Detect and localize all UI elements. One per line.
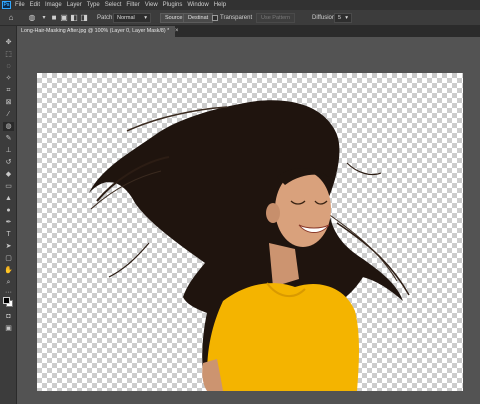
document-tab-title: Long-Hair-Masking After.jpg @ 100% (Laye… (21, 28, 166, 34)
menu-image[interactable]: Image (45, 2, 62, 8)
more-tools-icon[interactable]: ··· (3, 288, 14, 297)
menu-filter[interactable]: Filter (126, 2, 139, 8)
tools-panel: ✥ ⬚ ◌ ✧ ⌗ ⊠ ⁄ ◍ ✎ ⊥ ↺ ◆ ▭ ▲ ● ✒ T ➤ ▢ ✋ … (0, 26, 17, 404)
patch-mode-select[interactable]: Normal ▾ (113, 13, 151, 23)
path-selection-tool-icon[interactable]: ➤ (3, 242, 14, 251)
menu-select[interactable]: Select (105, 2, 122, 8)
move-tool-icon[interactable]: ✥ (3, 38, 14, 47)
brush-tool-icon[interactable]: ✎ (3, 134, 14, 143)
eyedropper-tool-icon[interactable]: ⁄ (3, 110, 14, 119)
menu-view[interactable]: View (145, 2, 158, 8)
frame-tool-icon[interactable]: ⊠ (3, 98, 14, 107)
foreground-color-swatch[interactable] (3, 297, 10, 304)
dodge-tool-icon[interactable]: ● (3, 206, 14, 215)
menu-plugins[interactable]: Plugins (163, 2, 183, 8)
healing-tool-icon[interactable]: ◍ (3, 122, 14, 131)
chevron-down-icon: ▾ (144, 15, 147, 21)
options-bar: ⌂ ◍ ▾ ■ ▣ ◧ ◨ Patch: Normal ▾ Source Des… (0, 10, 480, 26)
destination-button[interactable]: Destinat (183, 13, 214, 23)
document-canvas[interactable] (37, 73, 463, 391)
document-tab-strip: Long-Hair-Masking After.jpg @ 100% (Laye… (17, 26, 480, 37)
menu-window[interactable]: Window (187, 2, 208, 8)
lasso-tool-icon[interactable]: ◌ (3, 62, 14, 71)
menu-layer[interactable]: Layer (67, 2, 82, 8)
hand-tool-icon[interactable]: ✋ (3, 266, 14, 275)
transparent-checkbox[interactable] (212, 15, 218, 21)
photoshop-logo: Ps (2, 1, 11, 9)
menu-type[interactable]: Type (87, 2, 100, 8)
pen-tool-icon[interactable]: ✒ (3, 218, 14, 227)
patch-mode-value: Normal (117, 15, 135, 21)
eraser-tool-icon[interactable]: ◆ (3, 170, 14, 179)
hair-strand (108, 242, 150, 278)
menu-bar: Ps File Edit Image Layer Type Select Fil… (0, 0, 480, 10)
rectangle-tool-icon[interactable]: ▢ (3, 254, 14, 263)
home-icon[interactable]: ⌂ (5, 12, 17, 24)
intersect-selection-icon[interactable]: ◨ (78, 12, 90, 24)
diffusion-value: 5 (338, 15, 342, 21)
blur-tool-icon[interactable]: ▲ (3, 194, 14, 203)
clone-stamp-tool-icon[interactable]: ⊥ (3, 146, 14, 155)
patch-tool-icon[interactable]: ◍ (26, 12, 38, 24)
menu-file[interactable]: File (15, 2, 25, 8)
history-brush-tool-icon[interactable]: ↺ (3, 158, 14, 167)
yellow-shirt (207, 283, 359, 391)
diffusion-select[interactable]: 5 ▾ (334, 13, 352, 23)
crop-tool-icon[interactable]: ⌗ (3, 86, 14, 95)
quick-mask-icon[interactable]: ◘ (3, 312, 14, 321)
close-icon[interactable]: × (175, 26, 183, 37)
menu-edit[interactable]: Edit (30, 2, 40, 8)
menu-help[interactable]: Help (214, 2, 226, 8)
ear-shape (266, 203, 280, 223)
gradient-tool-icon[interactable]: ▭ (3, 182, 14, 191)
use-pattern-button[interactable]: Use Pattern (256, 13, 296, 23)
patch-label: Patch: (97, 15, 115, 21)
chevron-down-icon: ▾ (345, 15, 348, 21)
transparent-label: Transparent (220, 15, 253, 21)
hair-strand (346, 162, 382, 176)
type-tool-icon[interactable]: T (3, 230, 14, 239)
document-tab[interactable]: Long-Hair-Masking After.jpg @ 100% (Laye… (17, 26, 175, 37)
woman-with-flowing-hair-image (89, 100, 410, 391)
document-modified-mark: * (167, 28, 170, 34)
screen-mode-icon[interactable]: ▣ (3, 324, 14, 333)
magic-wand-tool-icon[interactable]: ✧ (3, 74, 14, 83)
marquee-tool-icon[interactable]: ⬚ (3, 50, 14, 59)
zoom-tool-icon[interactable]: ⌕ (3, 278, 14, 287)
